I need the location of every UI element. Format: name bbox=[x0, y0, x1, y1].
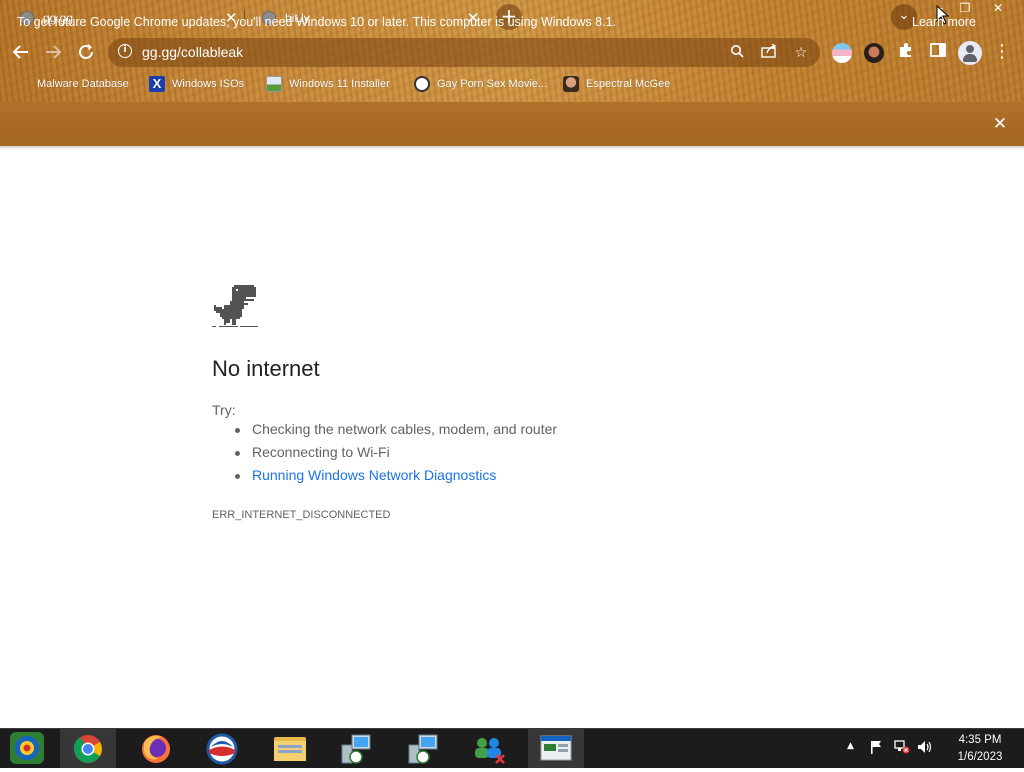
back-button[interactable] bbox=[10, 41, 32, 63]
network-disconnected-icon[interactable] bbox=[894, 740, 910, 757]
person-body-icon bbox=[963, 54, 977, 62]
blank-icon bbox=[16, 76, 30, 92]
avatar-extension-icon[interactable] bbox=[864, 43, 884, 63]
bookmark-espectral-mcgee[interactable]: Espectral McGee bbox=[563, 75, 670, 93]
bookmark-label: Windows ISOs bbox=[172, 78, 245, 90]
suggestion-list: Checking the network cables, modem, and … bbox=[212, 418, 557, 487]
puzzle-extensions-icon[interactable] bbox=[895, 41, 917, 63]
desktop-app-taskbar-button[interactable] bbox=[528, 729, 584, 768]
error-heading: No internet bbox=[212, 356, 320, 381]
learn-more-link[interactable]: Learn more bbox=[912, 15, 976, 29]
globe-icon bbox=[414, 76, 430, 92]
chrome-icon bbox=[73, 735, 102, 763]
volume-icon[interactable] bbox=[917, 740, 933, 757]
network-diagnostics-link[interactable]: Running Windows Network Diagnostics bbox=[234, 464, 557, 487]
show-hidden-icons-chevron-icon[interactable]: ▲ bbox=[847, 741, 854, 751]
avatar-icon bbox=[563, 76, 579, 92]
flag-extension-icon[interactable] bbox=[832, 43, 852, 63]
bookmark-label: Gay Porn Sex Movie... bbox=[437, 78, 548, 90]
bookmark-gay-porn-sex-movie[interactable]: Gay Porn Sex Movie... bbox=[414, 75, 547, 93]
bookmark-label: Malware Database bbox=[37, 78, 129, 90]
bookmark-malware-database[interactable]: Malware Database bbox=[16, 75, 129, 93]
obama-logo-icon bbox=[206, 733, 238, 765]
chrome-taskbar-button[interactable] bbox=[60, 729, 116, 768]
bookmark-star-icon[interactable]: ☆ bbox=[792, 44, 810, 62]
bookmark-label: Espectral McGee bbox=[586, 78, 671, 90]
infobar-close-icon[interactable]: ✕ bbox=[990, 114, 1010, 134]
kebab-menu-icon[interactable]: ⋮ bbox=[991, 41, 1013, 63]
image-icon bbox=[266, 76, 282, 92]
forward-button[interactable] bbox=[42, 41, 64, 63]
people-network-icon bbox=[475, 738, 505, 764]
arrow-left-icon bbox=[12, 45, 28, 59]
bookmark-windows-11-installer[interactable]: Windows 11 Installer bbox=[266, 75, 390, 93]
person-head-icon bbox=[966, 45, 974, 53]
firefox-taskbar-button[interactable] bbox=[128, 729, 184, 768]
clock-date: 1/6/2023 bbox=[957, 751, 1003, 763]
clock-time: 4:35 PM bbox=[958, 734, 1002, 746]
start-orb-icon bbox=[10, 732, 44, 764]
start-button[interactable] bbox=[0, 729, 52, 768]
suggestion-item: Reconnecting to Wi-Fi bbox=[234, 441, 557, 464]
action-center-flag-icon[interactable] bbox=[869, 740, 883, 757]
network-tool-taskbar-button[interactable] bbox=[395, 729, 451, 768]
bookmark-label: Windows 11 Installer bbox=[289, 78, 390, 90]
desktop-window-icon bbox=[540, 735, 572, 761]
reload-icon bbox=[79, 44, 93, 59]
file-explorer-taskbar-button[interactable] bbox=[262, 729, 318, 768]
reload-button[interactable] bbox=[75, 41, 97, 63]
try-label: Try: bbox=[212, 402, 236, 418]
suggestion-item: Checking the network cables, modem, and … bbox=[234, 418, 557, 441]
divider bbox=[0, 146, 1024, 150]
network-computer-icon bbox=[341, 734, 371, 764]
people-network-taskbar-button[interactable] bbox=[460, 729, 516, 768]
network-computer-icon bbox=[408, 734, 438, 764]
dinosaur-icon bbox=[212, 285, 258, 327]
error-code: ERR_INTERNET_DISCONNECTED bbox=[212, 509, 391, 521]
profile-avatar[interactable] bbox=[958, 41, 982, 65]
share-icon[interactable] bbox=[760, 43, 778, 62]
side-panel-icon[interactable] bbox=[927, 41, 949, 63]
infobar-message: To get future Google Chrome updates, you… bbox=[17, 15, 616, 29]
network-tool-taskbar-button[interactable] bbox=[328, 729, 384, 768]
folder-icon bbox=[274, 737, 306, 761]
x-logo-icon: X bbox=[149, 76, 165, 92]
taskbar-clock[interactable]: 4:35 PM 1/6/2023 bbox=[948, 732, 1012, 766]
firefox-icon bbox=[142, 735, 170, 763]
arrow-right-icon bbox=[46, 45, 62, 59]
address-bar[interactable]: i gg.gg/collableak ☆ bbox=[108, 38, 820, 67]
update-infobar bbox=[0, 102, 1024, 146]
search-icon[interactable] bbox=[728, 44, 746, 62]
info-icon[interactable]: i bbox=[118, 44, 132, 58]
obama-logo-taskbar-button[interactable] bbox=[194, 729, 250, 768]
close-window-button[interactable]: ✕ bbox=[980, 0, 1016, 18]
address-bar-url[interactable]: gg.gg/collableak bbox=[142, 44, 243, 60]
bookmark-windows-isos[interactable]: X Windows ISOs bbox=[149, 75, 244, 93]
